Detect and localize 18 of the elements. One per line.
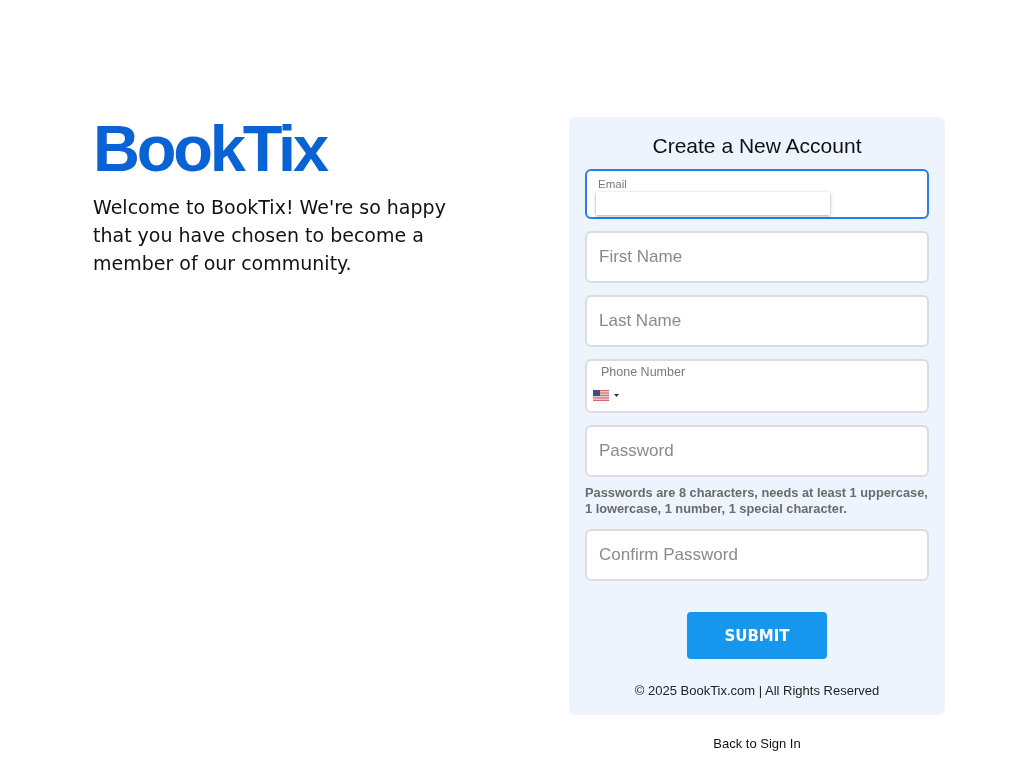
welcome-text: Welcome to BookTix! We're so happy that you have chosen to become a member of our community.: [93, 195, 447, 276]
email-field[interactable]: Email: [585, 169, 929, 219]
password-hint: Passwords are 8 characters, needs at least 1 uppercase, 1 lowercase, 1 number, 1 special character.: [585, 485, 929, 517]
text-field[interactable]: Last Name: [585, 295, 929, 347]
caret-icon[interactable]: [614, 393, 619, 397]
flag-icon: [593, 389, 609, 401]
field-label: Phone Number: [601, 365, 686, 379]
field-label: Email: [598, 177, 627, 191]
input-field[interactable]: [596, 192, 830, 215]
phone-field[interactable]: Phone Number: [585, 359, 929, 413]
logo: BookTix: [93, 117, 326, 181]
form-title: Create a New Account: [652, 133, 862, 159]
text-field[interactable]: First Name: [585, 231, 929, 283]
text-field[interactable]: Password: [585, 425, 929, 477]
copyright-text: © 2025 BookTix.com | All Rights Reserved: [634, 683, 880, 699]
submit-button[interactable]: SUBMIT: [687, 612, 827, 659]
back-to-sign-in-link[interactable]: Back to Sign In: [713, 736, 801, 752]
text-field[interactable]: Confirm Password: [585, 529, 929, 581]
